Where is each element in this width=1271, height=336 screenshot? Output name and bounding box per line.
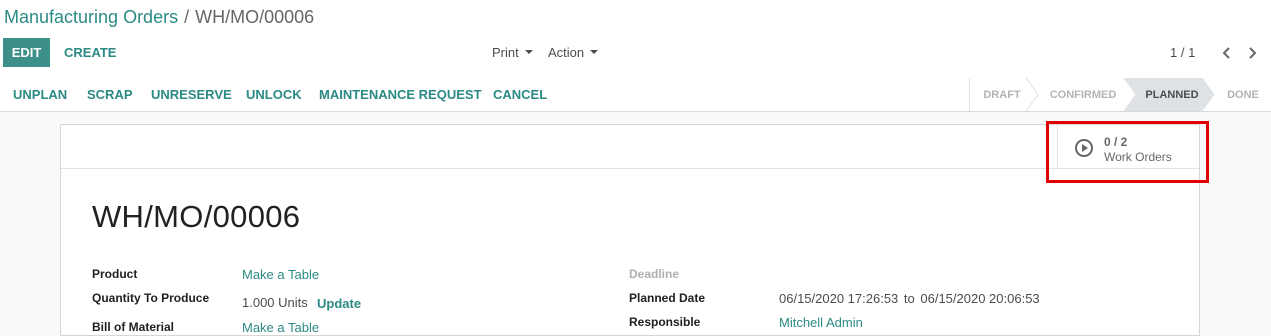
print-dropdown[interactable]: Print [492, 38, 533, 67]
unplan-button[interactable]: UNPLAN [13, 78, 67, 111]
planned-date-range: 06/15/2020 17:26:53 to 06/15/2020 20:06:… [779, 291, 1040, 306]
cancel-button[interactable]: CANCEL [493, 78, 547, 111]
edit-button[interactable]: EDIT [3, 38, 50, 67]
button-box: 0 / 2 Work Orders [61, 125, 1199, 169]
pager-value[interactable]: 1 / 1 [1170, 38, 1202, 67]
caret-down-icon [524, 49, 533, 54]
pager-next-button[interactable] [1241, 38, 1263, 67]
stage-confirmed[interactable]: CONFIRMED [1038, 78, 1128, 111]
action-dropdown[interactable]: Action [548, 38, 599, 67]
scrap-button[interactable]: SCRAP [87, 78, 133, 111]
status-bar: UNPLAN SCRAP UNRESERVE UNLOCK MAINTENANC… [0, 78, 1271, 112]
control-panel: Manufacturing Orders / WH/MO/00006 EDIT CR… [0, 0, 1271, 79]
maintenance-request-button[interactable]: MAINTENANCE REQUEST [319, 78, 482, 111]
breadcrumb-parent-link[interactable]: Manufacturing Orders [4, 7, 178, 27]
quantity-value: 1.000 Units [242, 295, 308, 310]
bom-label: Bill of Material [92, 320, 175, 334]
highlight-box [1046, 121, 1209, 183]
stage-planned[interactable]: PLANNED [1136, 78, 1208, 111]
breadcrumb-separator: / [184, 7, 190, 27]
responsible-label: Responsible [629, 315, 701, 329]
action-dropdown-label: Action [548, 45, 585, 60]
planned-start-date: 06/15/2020 17:26:53 [779, 291, 899, 306]
stage-pipeline: DRAFT CONFIRMED PLANNED DONE [969, 78, 1271, 111]
chevron-right-icon [1249, 46, 1257, 59]
chevron-left-icon [1222, 46, 1230, 59]
caret-down-icon [590, 49, 599, 54]
create-button[interactable]: CREATE [56, 38, 124, 67]
product-value[interactable]: Make a Table [242, 267, 319, 282]
planned-end-date: 06/15/2020 20:06:53 [920, 291, 1040, 306]
print-dropdown-label: Print [492, 45, 519, 60]
stage-draft[interactable]: DRAFT [970, 78, 1034, 111]
unlock-button[interactable]: UNLOCK [246, 78, 302, 111]
unreserve-button[interactable]: UNRESERVE [151, 78, 232, 111]
breadcrumb-current: WH/MO/00006 [195, 7, 315, 27]
update-quantity-button[interactable]: Update [317, 296, 361, 311]
stage-done[interactable]: DONE [1214, 78, 1271, 111]
deadline-label: Deadline [629, 267, 680, 281]
quantity-label: Quantity To Produce [92, 291, 210, 305]
breadcrumb: Manufacturing Orders / WH/MO/00006 [4, 6, 314, 28]
product-label: Product [92, 267, 138, 281]
form-sheet: 0 / 2 Work Orders WH/MO/00006 Product Ma… [60, 124, 1200, 336]
pager-previous-button[interactable] [1216, 38, 1238, 67]
planned-date-to: to [903, 291, 915, 306]
record-title: WH/MO/00006 [92, 199, 301, 234]
planned-date-label: Planned Date [629, 291, 706, 305]
